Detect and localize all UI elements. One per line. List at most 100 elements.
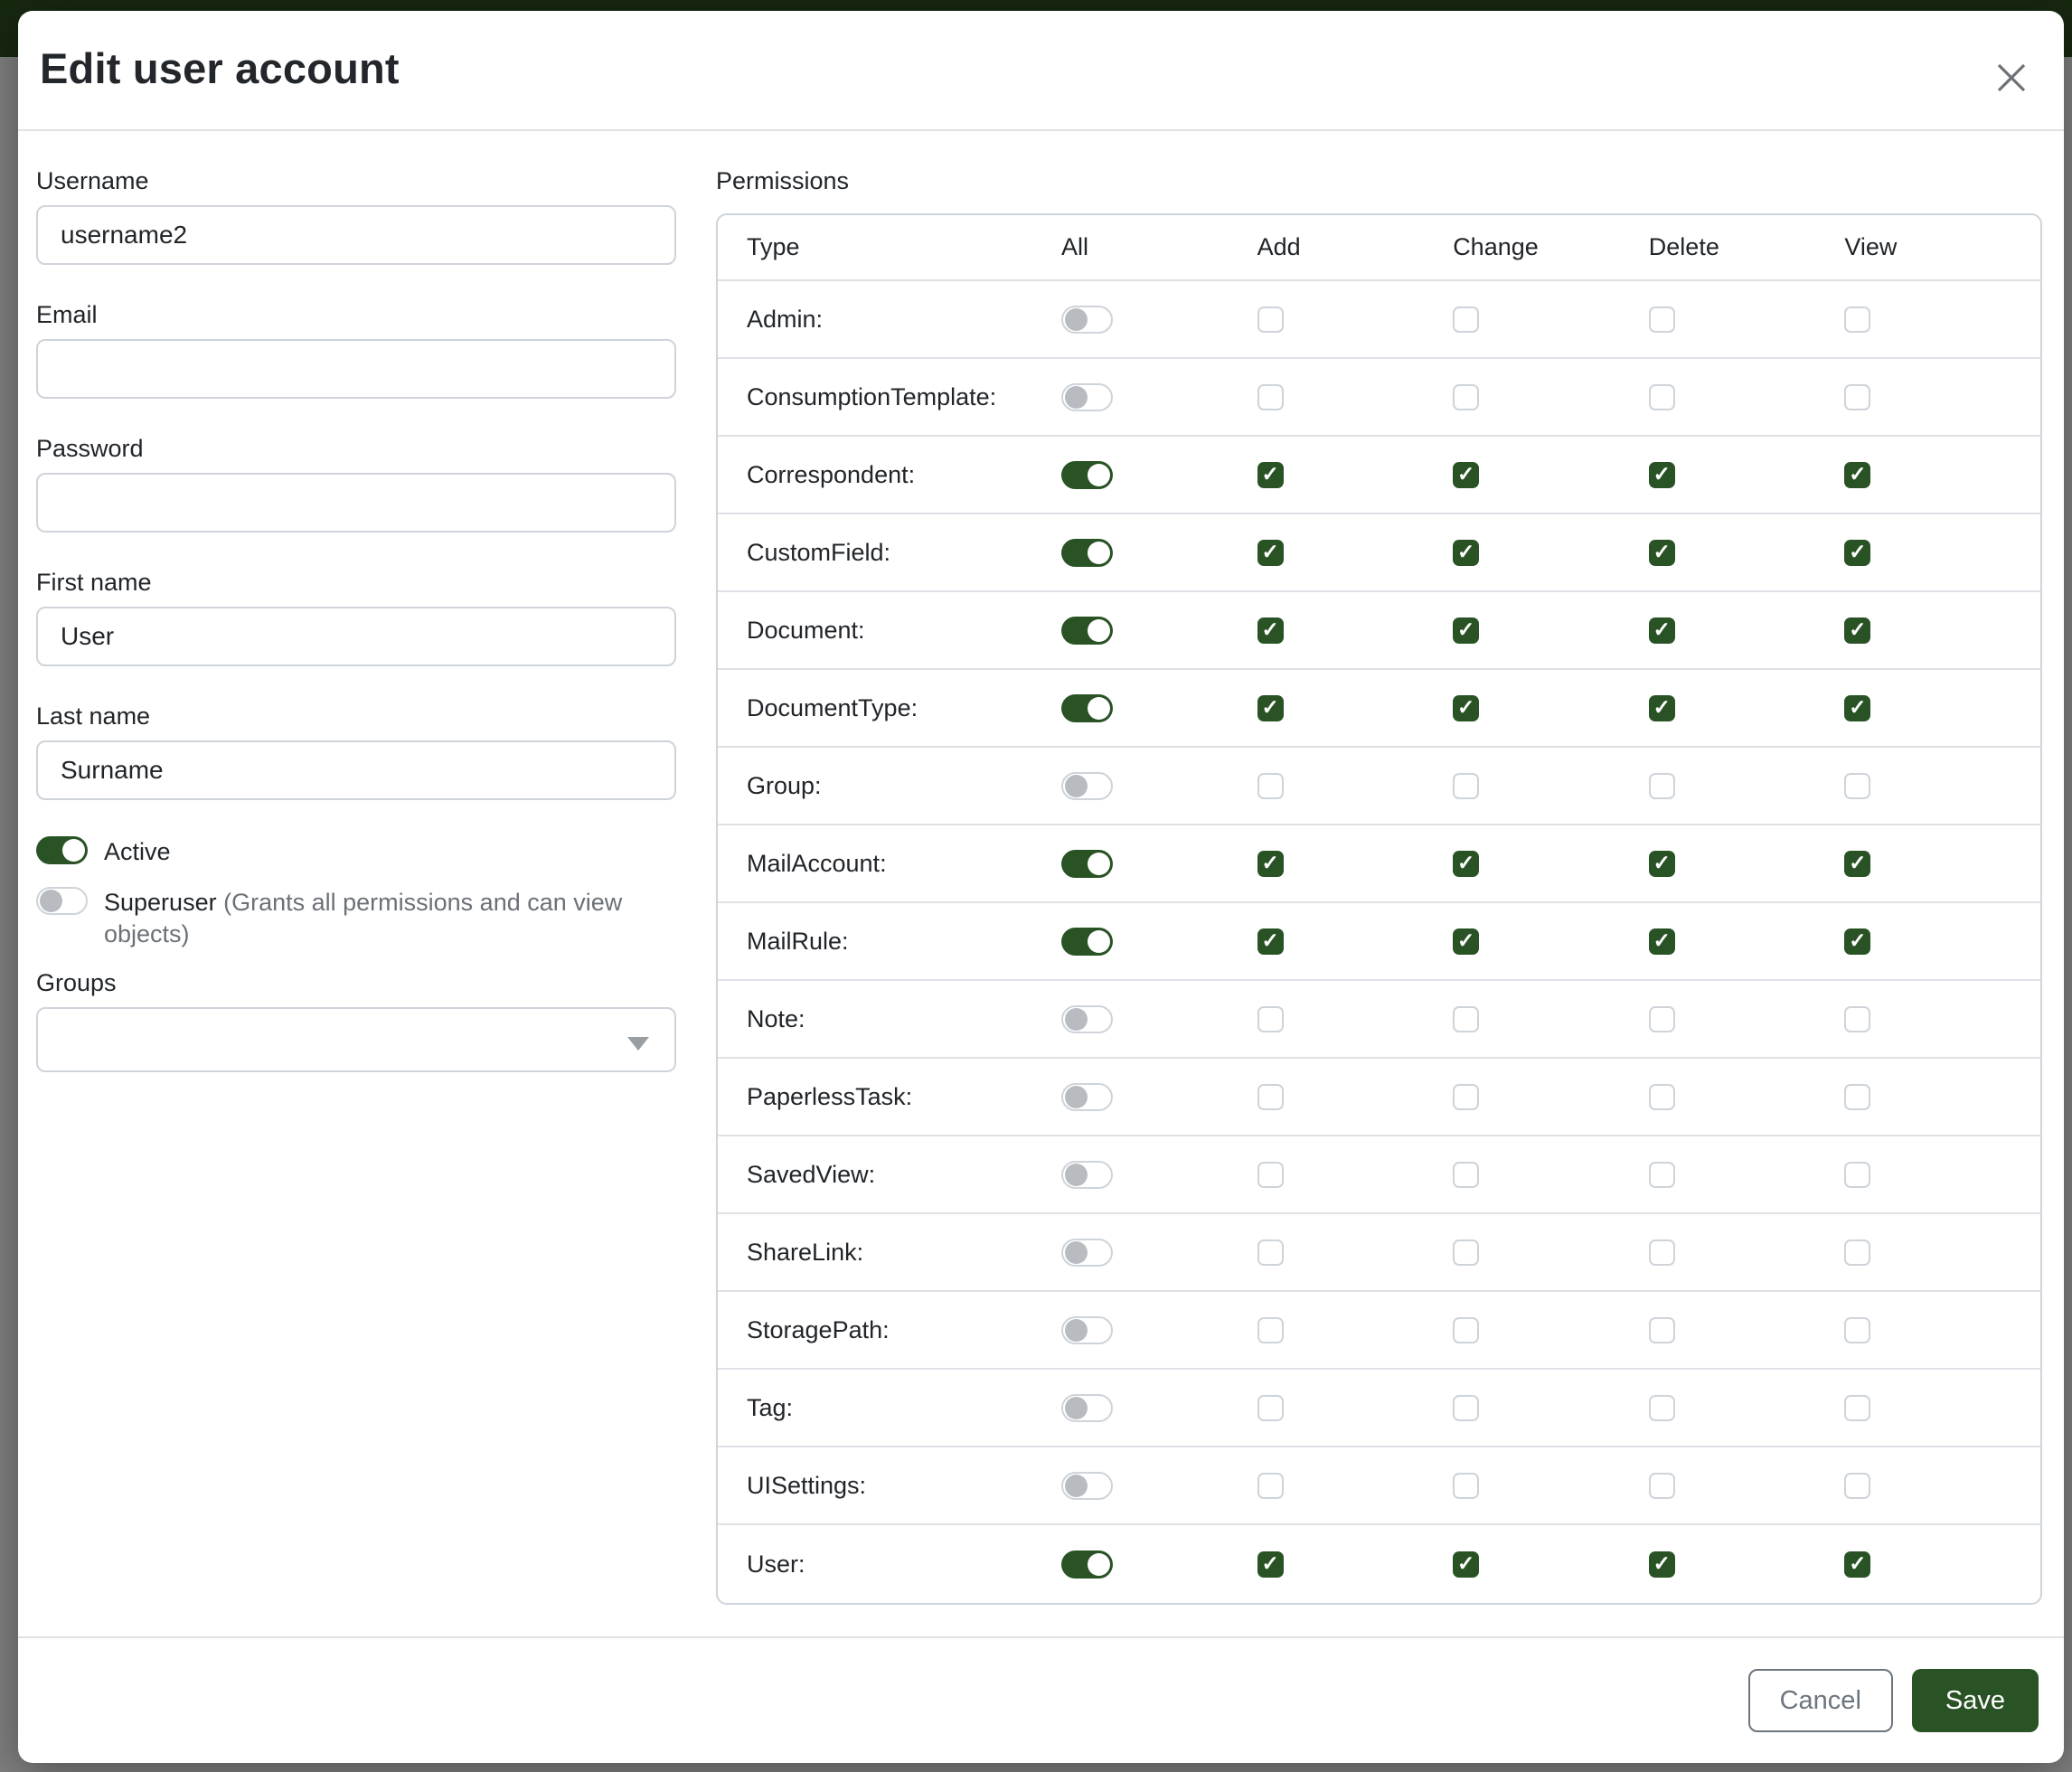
close-button[interactable] bbox=[1986, 52, 2037, 103]
permission-checkbox-change[interactable] bbox=[1453, 1162, 1479, 1188]
permission-checkbox-delete[interactable]: ✓ bbox=[1649, 1551, 1675, 1578]
permission-checkbox-view[interactable]: ✓ bbox=[1844, 851, 1870, 877]
first-name-input[interactable] bbox=[36, 607, 676, 666]
permission-checkbox-delete[interactable] bbox=[1649, 1395, 1675, 1421]
permission-toggle-all[interactable] bbox=[1061, 1083, 1113, 1111]
permission-toggle-all[interactable] bbox=[1061, 539, 1113, 567]
permission-checkbox-add[interactable] bbox=[1257, 1084, 1284, 1110]
permission-toggle-all[interactable] bbox=[1061, 461, 1113, 489]
permission-toggle-all[interactable] bbox=[1061, 1394, 1113, 1422]
permission-checkbox-change[interactable]: ✓ bbox=[1453, 851, 1479, 877]
permission-checkbox-add[interactable] bbox=[1257, 1395, 1284, 1421]
permission-checkbox-delete[interactable] bbox=[1649, 384, 1675, 410]
permission-checkbox-delete[interactable]: ✓ bbox=[1649, 540, 1675, 566]
permission-checkbox-change[interactable]: ✓ bbox=[1453, 1551, 1479, 1578]
permission-checkbox-view[interactable] bbox=[1844, 1084, 1870, 1110]
cancel-button[interactable]: Cancel bbox=[1748, 1669, 1893, 1732]
permission-checkbox-delete[interactable] bbox=[1649, 1006, 1675, 1032]
permission-checkbox-add[interactable] bbox=[1257, 1473, 1284, 1499]
permission-checkbox-change[interactable]: ✓ bbox=[1453, 540, 1479, 566]
permission-checkbox-delete[interactable]: ✓ bbox=[1649, 617, 1675, 644]
permission-checkbox-delete[interactable] bbox=[1649, 773, 1675, 799]
permission-checkbox-add[interactable] bbox=[1257, 384, 1284, 410]
permission-checkbox-view[interactable] bbox=[1844, 1162, 1870, 1188]
permission-toggle-all[interactable] bbox=[1061, 306, 1113, 334]
permission-toggle-all[interactable] bbox=[1061, 1161, 1113, 1189]
permission-row: User:✓✓✓✓ bbox=[718, 1525, 2040, 1603]
permission-toggle-all[interactable] bbox=[1061, 1005, 1113, 1033]
permission-checkbox-view[interactable]: ✓ bbox=[1844, 928, 1870, 955]
permission-checkbox-change[interactable] bbox=[1453, 1084, 1479, 1110]
permission-checkbox-view[interactable] bbox=[1844, 384, 1870, 410]
permission-checkbox-delete[interactable] bbox=[1649, 1473, 1675, 1499]
permission-checkbox-view[interactable] bbox=[1844, 1239, 1870, 1266]
permission-toggle-all[interactable] bbox=[1061, 772, 1113, 800]
permission-checkbox-add[interactable] bbox=[1257, 1317, 1284, 1343]
permission-checkbox-add[interactable] bbox=[1257, 306, 1284, 333]
permission-checkbox-delete[interactable] bbox=[1649, 1084, 1675, 1110]
permission-checkbox-view[interactable] bbox=[1844, 1395, 1870, 1421]
permission-checkbox-delete[interactable]: ✓ bbox=[1649, 695, 1675, 721]
permission-checkbox-delete[interactable] bbox=[1649, 1239, 1675, 1266]
permission-checkbox-change[interactable] bbox=[1453, 1006, 1479, 1032]
permission-checkbox-view[interactable]: ✓ bbox=[1844, 540, 1870, 566]
permission-checkbox-view[interactable] bbox=[1844, 1473, 1870, 1499]
permission-toggle-all[interactable] bbox=[1061, 1316, 1113, 1344]
permission-toggle-all[interactable] bbox=[1061, 850, 1113, 878]
permission-checkbox-add[interactable] bbox=[1257, 1162, 1284, 1188]
permission-checkbox-change[interactable]: ✓ bbox=[1453, 462, 1479, 488]
permission-checkbox-view[interactable]: ✓ bbox=[1844, 617, 1870, 644]
permission-toggle-all[interactable] bbox=[1061, 617, 1113, 645]
username-input[interactable] bbox=[36, 205, 676, 265]
permission-checkbox-add[interactable]: ✓ bbox=[1257, 851, 1284, 877]
permission-checkbox-add[interactable]: ✓ bbox=[1257, 540, 1284, 566]
email-input[interactable] bbox=[36, 339, 676, 399]
permission-checkbox-change[interactable]: ✓ bbox=[1453, 928, 1479, 955]
permission-checkbox-view[interactable] bbox=[1844, 773, 1870, 799]
permission-checkbox-delete[interactable] bbox=[1649, 306, 1675, 333]
permission-checkbox-change[interactable] bbox=[1453, 1395, 1479, 1421]
permission-checkbox-change[interactable] bbox=[1453, 1239, 1479, 1266]
permission-toggle-all[interactable] bbox=[1061, 1239, 1113, 1267]
superuser-toggle[interactable] bbox=[36, 887, 88, 915]
permission-checkbox-change[interactable]: ✓ bbox=[1453, 695, 1479, 721]
permission-checkbox-add[interactable]: ✓ bbox=[1257, 617, 1284, 644]
permission-checkbox-change[interactable]: ✓ bbox=[1453, 617, 1479, 644]
permission-toggle-all[interactable] bbox=[1061, 694, 1113, 722]
permission-checkbox-view[interactable]: ✓ bbox=[1844, 1551, 1870, 1578]
permission-toggle-all[interactable] bbox=[1061, 1550, 1113, 1579]
permission-toggle-all[interactable] bbox=[1061, 1472, 1113, 1500]
permission-checkbox-view[interactable] bbox=[1844, 306, 1870, 333]
permission-toggle-all[interactable] bbox=[1061, 928, 1113, 956]
permission-checkbox-view[interactable] bbox=[1844, 1006, 1870, 1032]
permission-checkbox-change[interactable] bbox=[1453, 384, 1479, 410]
permission-checkbox-add[interactable]: ✓ bbox=[1257, 928, 1284, 955]
permission-checkbox-add[interactable]: ✓ bbox=[1257, 462, 1284, 488]
save-button[interactable]: Save bbox=[1912, 1669, 2039, 1732]
permission-checkbox-view[interactable] bbox=[1844, 1317, 1870, 1343]
permission-checkbox-delete[interactable]: ✓ bbox=[1649, 462, 1675, 488]
permission-checkbox-add[interactable] bbox=[1257, 1239, 1284, 1266]
permission-checkbox-add[interactable]: ✓ bbox=[1257, 695, 1284, 721]
permission-checkbox-add[interactable] bbox=[1257, 773, 1284, 799]
check-icon: ✓ bbox=[1653, 697, 1671, 718]
first-name-label: First name bbox=[36, 569, 676, 597]
permission-checkbox-view[interactable]: ✓ bbox=[1844, 462, 1870, 488]
active-toggle-row: Active bbox=[36, 836, 676, 868]
permission-checkbox-view[interactable]: ✓ bbox=[1844, 695, 1870, 721]
last-name-input[interactable] bbox=[36, 740, 676, 800]
permission-toggle-all[interactable] bbox=[1061, 383, 1113, 411]
password-input[interactable] bbox=[36, 473, 676, 533]
permission-checkbox-add[interactable] bbox=[1257, 1006, 1284, 1032]
permission-checkbox-delete[interactable] bbox=[1649, 1317, 1675, 1343]
permission-checkbox-add[interactable]: ✓ bbox=[1257, 1551, 1284, 1578]
permission-checkbox-delete[interactable]: ✓ bbox=[1649, 851, 1675, 877]
permission-checkbox-change[interactable] bbox=[1453, 1473, 1479, 1499]
permission-checkbox-change[interactable] bbox=[1453, 1317, 1479, 1343]
permission-checkbox-change[interactable] bbox=[1453, 773, 1479, 799]
permission-checkbox-delete[interactable] bbox=[1649, 1162, 1675, 1188]
permission-checkbox-delete[interactable]: ✓ bbox=[1649, 928, 1675, 955]
permission-checkbox-change[interactable] bbox=[1453, 306, 1479, 333]
active-toggle[interactable] bbox=[36, 836, 88, 864]
groups-select[interactable] bbox=[36, 1007, 676, 1072]
